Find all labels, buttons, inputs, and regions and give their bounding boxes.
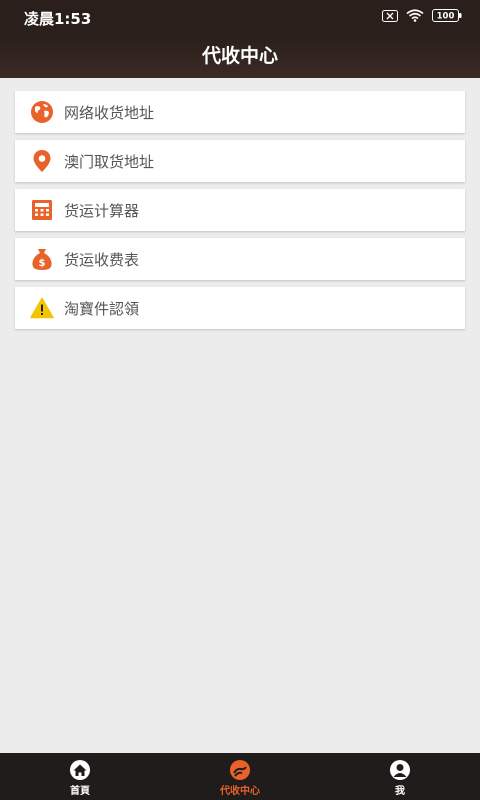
menu-item-freight-rates[interactable]: $ 货运收费表 <box>15 238 465 280</box>
home-icon <box>69 759 91 781</box>
menu-list: 网络收货地址 澳门取货地址 货运计算器 $ 货运收费表 淘寶件認領 <box>15 91 465 336</box>
wifi-icon <box>406 9 424 22</box>
sim-off-icon <box>382 9 398 22</box>
menu-item-label: 淘寶件認領 <box>64 299 140 318</box>
globe-icon <box>30 100 54 124</box>
status-icons: 100 <box>382 9 462 22</box>
tab-me[interactable]: 我 <box>320 753 480 800</box>
tab-home[interactable]: 首頁 <box>0 753 160 800</box>
menu-item-label: 澳门取货地址 <box>64 152 155 171</box>
menu-item-taobao-claim[interactable]: 淘寶件認領 <box>15 287 465 329</box>
status-time: 凌晨1:53 <box>24 10 92 28</box>
menu-item-freight-calculator[interactable]: 货运计算器 <box>15 189 465 231</box>
collection-icon <box>229 759 251 781</box>
page-title: 代收中心 <box>201 45 278 67</box>
tab-label: 代收中心 <box>220 785 260 797</box>
map-pin-icon <box>30 149 54 173</box>
menu-item-label: 货运计算器 <box>64 201 140 220</box>
battery-level: 100 <box>437 12 455 22</box>
svg-text:$: $ <box>39 258 46 269</box>
warning-icon <box>30 296 54 320</box>
tab-label: 我 <box>395 785 405 797</box>
calculator-icon <box>30 198 54 222</box>
battery-icon: 100 <box>432 9 462 22</box>
header: 代收中心 <box>0 34 480 78</box>
bottom-tab-bar: 首頁 代收中心 我 <box>0 753 480 800</box>
status-bar: 凌晨1:53 100 <box>0 0 480 34</box>
menu-item-label: 网络收货地址 <box>64 103 155 122</box>
tab-collection-center[interactable]: 代收中心 <box>160 753 320 800</box>
menu-item-label: 货运收费表 <box>64 250 140 269</box>
menu-item-macau-pickup[interactable]: 澳门取货地址 <box>15 140 465 182</box>
user-icon <box>389 759 411 781</box>
tab-label: 首頁 <box>70 785 90 797</box>
money-bag-icon: $ <box>30 247 54 271</box>
menu-item-network-address[interactable]: 网络收货地址 <box>15 91 465 133</box>
